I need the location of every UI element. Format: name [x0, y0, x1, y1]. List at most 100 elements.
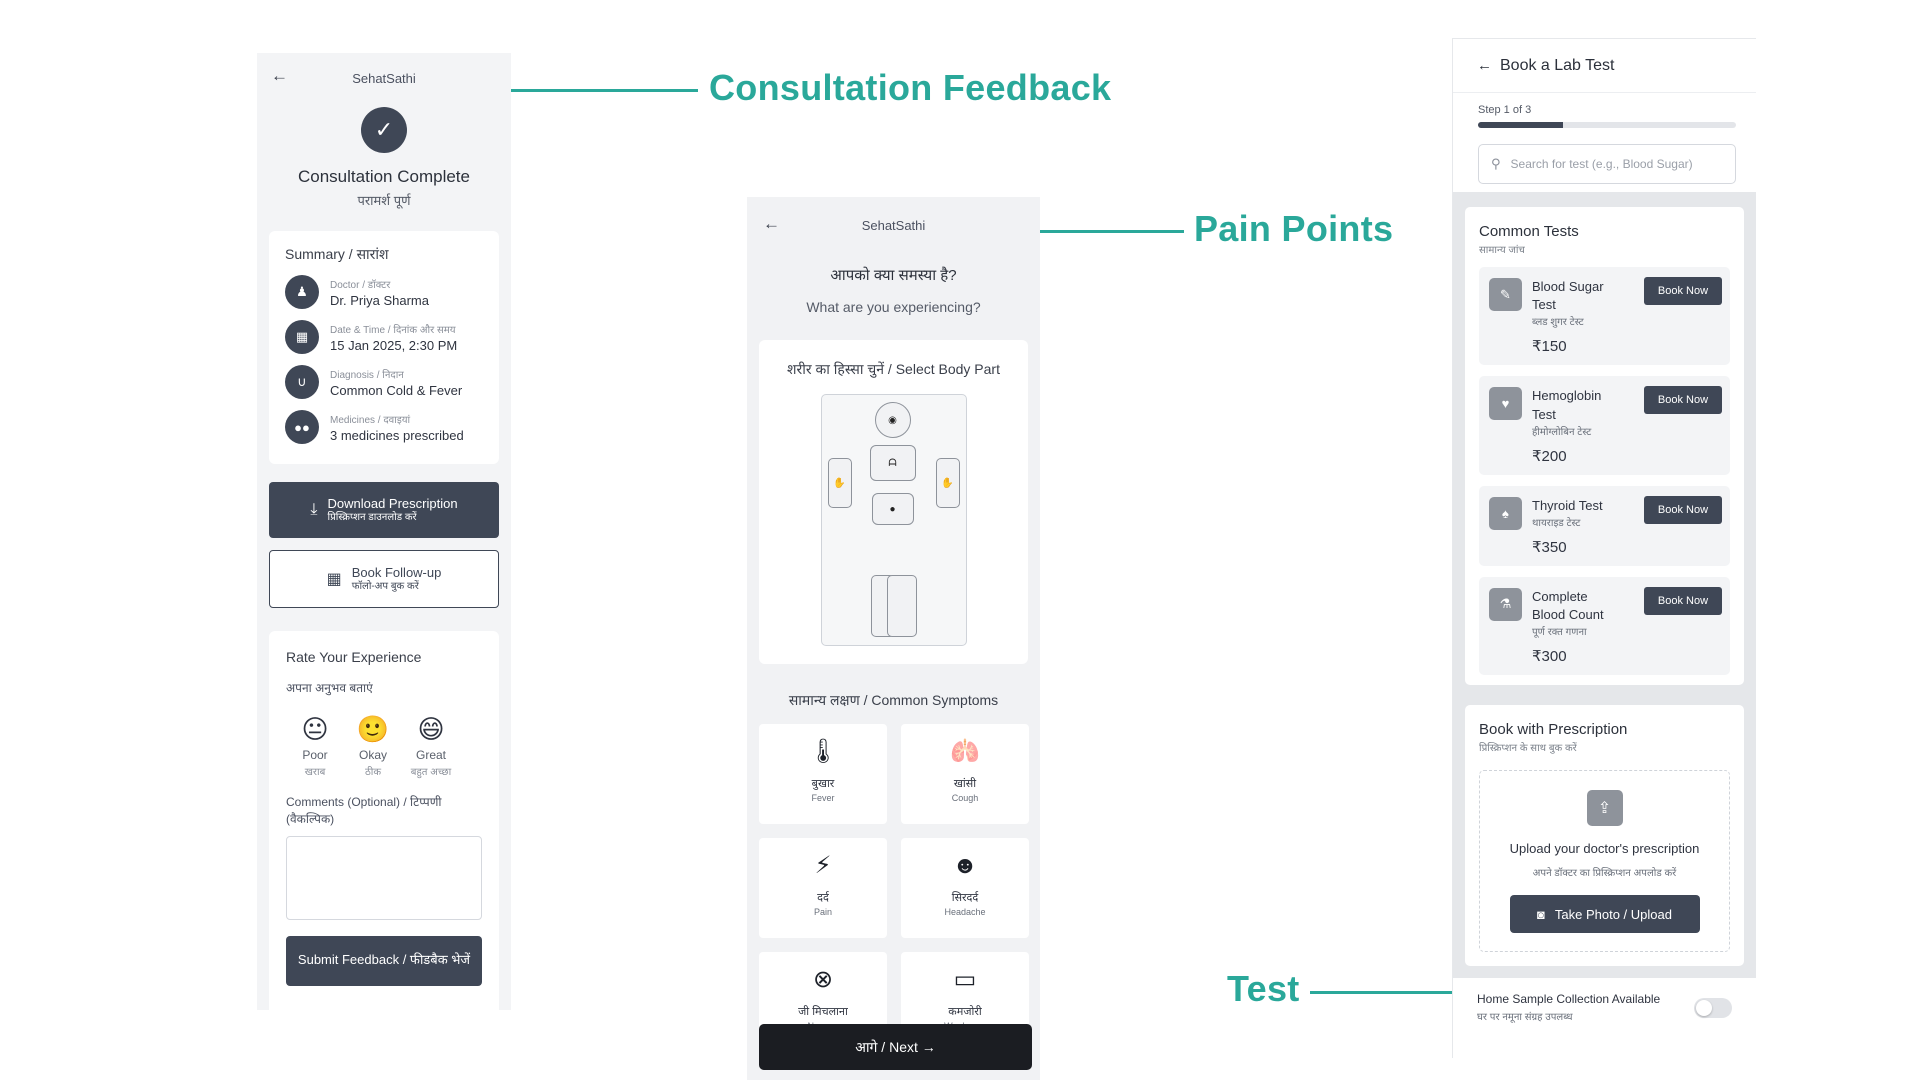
page-title: Consultation Complete [298, 167, 470, 186]
test-price: ₹200 [1532, 447, 1567, 465]
next-button[interactable]: आगे / Next → [759, 1024, 1032, 1070]
symptom-cough[interactable]: 🫁 खांसी Cough [901, 724, 1029, 824]
book-now-button[interactable]: Book Now [1644, 277, 1722, 305]
test-item-blood-sugar: ✎ Blood Sugar Test ब्लड शुगर टेस्ट ₹150 … [1479, 267, 1730, 366]
home-collection-toggle[interactable] [1694, 997, 1732, 1018]
heart-icon: ♥ [1489, 387, 1522, 421]
symptom-fever[interactable]: 🌡 बुखार Fever [759, 724, 887, 824]
symptom-label: बुखार [811, 778, 835, 790]
smile-face-icon: 🙂 [356, 714, 390, 744]
rating-label-hi: ठीक [364, 767, 382, 778]
body-part-right-arm[interactable]: ✋ [935, 458, 960, 508]
download-prescription-button[interactable]: ⤓ Download Prescription प्रिस्क्रिप्शन ड… [269, 482, 499, 538]
rating-heading-hi: अपना अनुभव बताएं [286, 681, 373, 695]
test-name-hi: थायराइड टेस्ट [1532, 517, 1581, 529]
summary-value: Dr. Priya Sharma [330, 292, 429, 308]
lab-test-screen: ← Book a Lab Test Step 1 of 3 ⚲ Search f… [1452, 38, 1756, 1058]
nausea-icon: ⊗ [812, 966, 834, 993]
common-tests-heading-hi: सामान्य जांच [1479, 245, 1525, 256]
annotation-test: Test [1227, 968, 1300, 1009]
arrow-left-icon[interactable]: ← [271, 67, 288, 84]
summary-row: ∪ Diagnosis / निदान Common Cold & Fever [285, 365, 483, 399]
thermometer-icon: 🌡 [807, 738, 839, 765]
body-part-head[interactable]: ◉ [874, 402, 911, 438]
check-icon: ✓ [361, 107, 407, 153]
rating-label-hi: खराब [304, 767, 326, 778]
download-icon: ⤓ [310, 501, 318, 518]
rating-option-okay[interactable]: 🙂 Okay ठीक [344, 716, 402, 778]
submit-feedback-button[interactable]: Submit Feedback / फीडबैक भेजें [286, 935, 482, 986]
annotation-line-consultation [491, 89, 698, 92]
progress-fill [1478, 122, 1564, 128]
annotation-consultation-feedback: Consultation Feedback [709, 67, 1112, 108]
rating-option-poor[interactable]: 😐 Poor खराब [286, 716, 344, 778]
symptom-label: जी मिचलाना [798, 1006, 848, 1018]
pain-points-screen: ← SehatSathi आपको क्या समस्या है? What a… [747, 197, 1040, 1080]
grin-face-icon: 😄 [417, 714, 445, 744]
body-part-card: शरीर का हिस्सा चुनें / Select Body Part … [759, 340, 1028, 664]
search-input[interactable]: ⚲ Search for test (e.g., Blood Sugar) [1478, 144, 1736, 184]
symptom-sub: Fever [811, 793, 835, 803]
body-part-left-arm[interactable]: ✋ [827, 458, 852, 508]
top-bar: ← SehatSathi [257, 53, 511, 103]
test-name: Hemoglobin Test [1532, 388, 1602, 422]
upload-icon: ⇪ [1586, 790, 1623, 827]
summary-heading: Summary / सारांश [285, 246, 389, 262]
body-part-right-leg[interactable] [886, 575, 917, 637]
rating-heading: Rate Your Experience [286, 649, 422, 665]
summary-value: 3 medicines prescribed [330, 427, 464, 443]
book-now-button[interactable]: Book Now [1644, 386, 1722, 415]
comments-textarea[interactable] [286, 835, 482, 920]
syringe-icon: ✎ [1489, 278, 1522, 311]
upload-title-hi: अपने डॉक्टर का प्रिस्क्रिप्शन अपलोड करें [1532, 868, 1677, 880]
home-collection-label-hi: घर पर नमूना संग्रह उपलब्ध [1477, 1012, 1573, 1024]
body-part-abdomen[interactable]: ● [871, 493, 914, 525]
upload-dropzone[interactable]: ⇪ Upload your doctor's prescription अपने… [1479, 770, 1730, 953]
calendar-icon: ▦ [326, 571, 342, 588]
battery-low-icon: ▭ [953, 966, 977, 993]
download-label: Download Prescription [327, 496, 458, 512]
stethoscope-icon: ∪ [285, 365, 319, 399]
test-name: Blood Sugar Test [1532, 279, 1604, 313]
body-part-chest[interactable]: ᗩ [869, 445, 916, 481]
summary-row: ▦ Date & Time / दिनांक और समय 15 Jan 202… [285, 320, 483, 354]
top-bar: ← Book a Lab Test [1453, 39, 1756, 93]
arrow-left-icon[interactable]: ← [763, 215, 780, 232]
take-photo-button[interactable]: ◙ Take Photo / Upload [1509, 895, 1700, 934]
search-placeholder: Search for test (e.g., Blood Sugar) [1510, 157, 1693, 171]
symptom-pain[interactable]: ⚡ दर्द Pain [759, 838, 887, 938]
symptom-label: खांसी [953, 778, 977, 790]
rating-label: Okay [358, 748, 387, 762]
symptom-sub: Pain [813, 907, 832, 917]
symptom-headache[interactable]: ☻ सिरदर्द Headache [901, 838, 1029, 938]
summary-label: Date & Time / दिनांक और समय [330, 324, 456, 336]
tests-area: Common Tests सामान्य जांच ✎ Blood Sugar … [1453, 192, 1756, 979]
book-now-button[interactable]: Book Now [1644, 495, 1722, 524]
rating-option-great[interactable]: 😄 Great बहुत अच्छा [402, 716, 460, 778]
body-part-heading: शरीर का हिस्सा चुनें / Select Body Part [787, 361, 1000, 377]
book-followup-button[interactable]: ▦ Book Follow-up फॉलो-अप बुक करें [269, 550, 499, 608]
home-collection-row: Home Sample Collection Available घर पर न… [1453, 978, 1756, 1023]
rating-options: 😐 Poor खराब 🙂 Okay ठीक 😄 Great बहुत अच्छ… [286, 716, 482, 778]
upload-title: Upload your doctor's prescription [1509, 841, 1700, 857]
rating-label: Poor [302, 748, 328, 762]
lungs-icon: 🫁 [950, 738, 980, 765]
annotation-pain-points: Pain Points [1194, 208, 1394, 249]
test-name: Thyroid Test [1532, 497, 1603, 513]
lungs-icon: ♠ [1489, 496, 1522, 530]
summary-label: Diagnosis / निदान [330, 369, 404, 381]
doctor-icon: ♟ [285, 275, 319, 309]
test-item-hemoglobin: ♥ Hemoglobin Test हीमोग्लोबिन टेस्ट ₹200… [1479, 376, 1730, 475]
question-hi: आपको क्या समस्या है? [830, 267, 957, 284]
test-price: ₹150 [1532, 338, 1567, 356]
comments-label: Comments (Optional) / टिप्पणी (वैकल्पिक) [286, 795, 442, 826]
common-tests-card: Common Tests सामान्य जांच ✎ Blood Sugar … [1465, 207, 1744, 686]
arrow-left-icon[interactable]: ← [1477, 57, 1492, 74]
test-price: ₹350 [1532, 538, 1567, 556]
summary-card: Summary / सारांश ♟ Doctor / डॉक्टर Dr. P… [269, 231, 499, 464]
summary-value: 15 Jan 2025, 2:30 PM [330, 337, 458, 353]
app-title: SehatSathi [352, 70, 416, 86]
symptom-label: दर्द [817, 892, 829, 904]
take-photo-label: Take Photo / Upload [1554, 906, 1672, 922]
book-now-button[interactable]: Book Now [1644, 586, 1722, 615]
